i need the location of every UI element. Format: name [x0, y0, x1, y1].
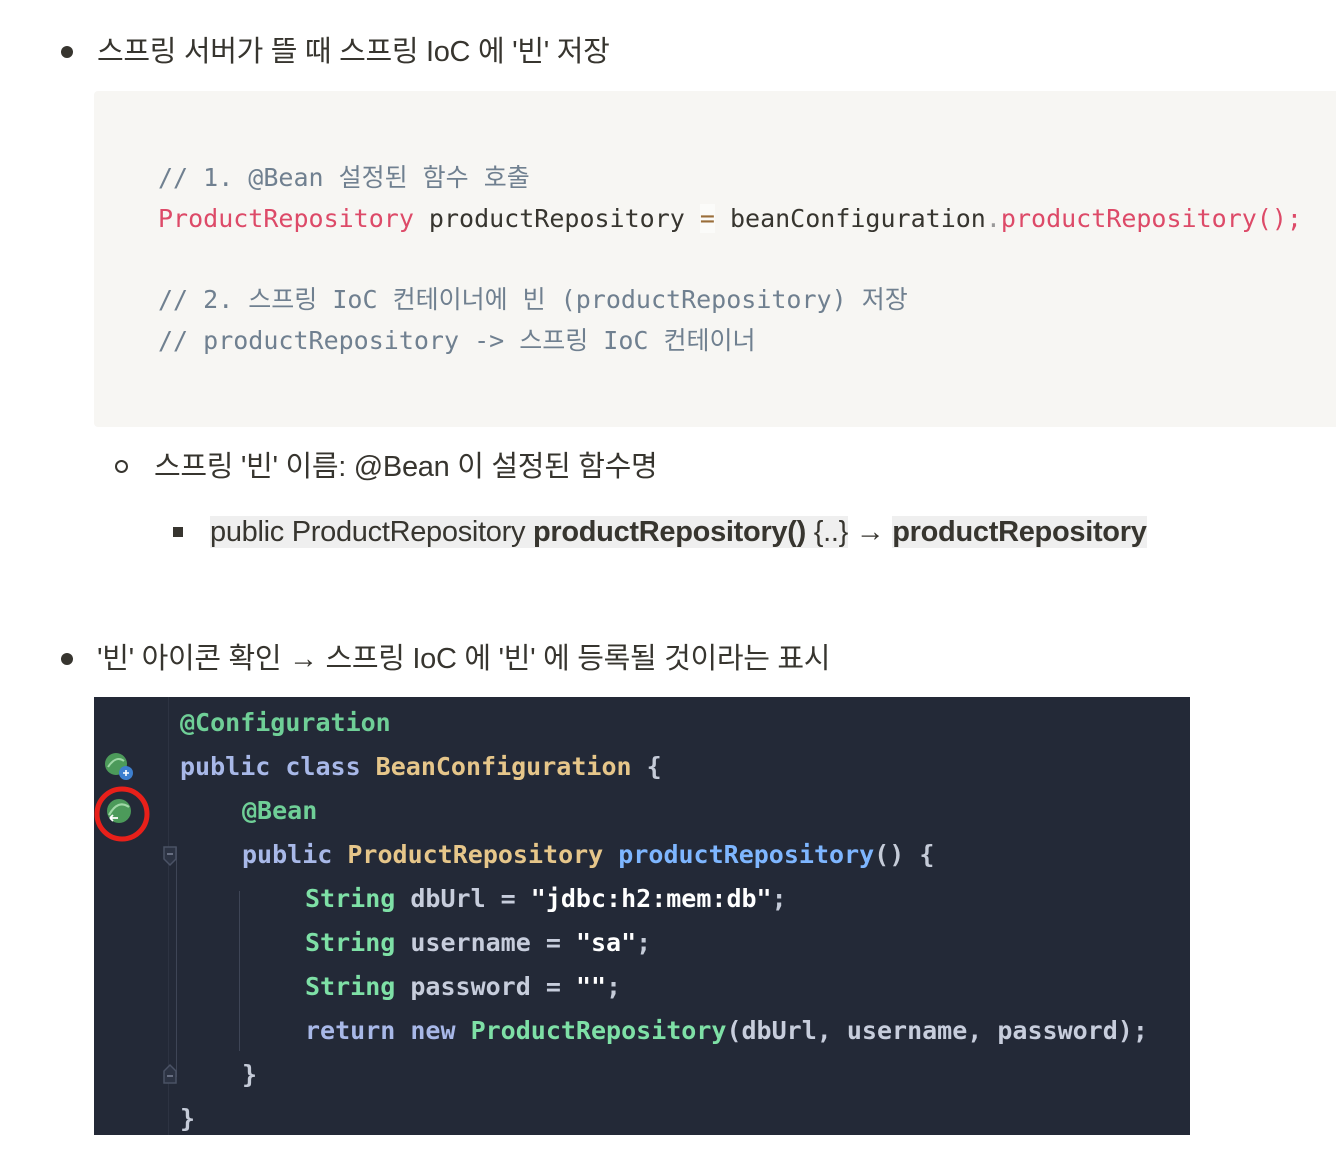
arrow-text: → [848, 516, 893, 548]
square-bullet [173, 527, 183, 537]
ide-line: } [180, 1104, 196, 1133]
code-method: productRepository(); [1000, 204, 1302, 233]
code-object: beanConfiguration [714, 204, 986, 233]
sub-sub-item-text: public ProductRepository productReposito… [210, 514, 1147, 550]
bullet-dot [61, 46, 73, 58]
ide-line: return new ProductRepository(dbUrl, user… [305, 1016, 1148, 1045]
ide-line: public ProductRepository productReposito… [242, 840, 935, 869]
indent-guide [239, 891, 240, 1051]
indent-guide [176, 847, 177, 1077]
code-operator: = [699, 204, 715, 233]
ide-line: String username = "sa"; [305, 928, 652, 957]
ide-line: public class BeanConfiguration { [180, 752, 662, 781]
inline-code: public ProductRepository productReposito… [210, 516, 849, 548]
ide-line: String dbUrl = "jdbc:h2:mem:db"; [305, 884, 787, 913]
ide-screenshot: @Configuration public class BeanConfigur… [94, 697, 1190, 1135]
sub-item-text: 스프링 '빈' 이름: @Bean 이 설정된 함수명 [154, 451, 658, 483]
code-line-assignment: ProductRepository productRepository = be… [158, 202, 1302, 236]
code-block[interactable]: // 1. @Bean 설정된 함수 호출 ProductRepository … [94, 91, 1336, 427]
ide-line: String password = ""; [305, 972, 622, 1001]
bean-gutter-icon-highlighted[interactable] [94, 785, 156, 847]
ide-line: @Bean [242, 796, 318, 825]
ide-line: @Configuration [180, 708, 391, 737]
section2-heading: '빈' 아이콘 확인 → 스프링 IoC 에 '빈' 에 등록될 것이라는 표시 [97, 643, 831, 675]
section1-heading: 스프링 서버가 뜰 때 스프링 IoC 에 '빈' 저장 [97, 36, 610, 68]
code-var: productRepository [413, 204, 700, 233]
bean-gutter-icon [105, 753, 133, 780]
code-type: ProductRepository [158, 204, 414, 233]
fold-marker-icon[interactable] [162, 1063, 178, 1085]
code-comment-line: // 1. @Bean 설정된 함수 호출 [158, 163, 530, 192]
ide-line: } [242, 1060, 258, 1089]
code-dot: . [985, 204, 1001, 233]
inline-code-bean-name: productRepository [892, 516, 1147, 548]
circle-bullet [115, 460, 128, 473]
fold-marker-icon[interactable] [162, 845, 178, 867]
code-comment-line: // 2. 스프링 IoC 컨테이너에 빈 (productRepository… [158, 285, 908, 314]
bullet-dot [61, 653, 73, 665]
code-comment-line: // productRepository -> 스프링 IoC 컨테이너 [158, 326, 756, 355]
